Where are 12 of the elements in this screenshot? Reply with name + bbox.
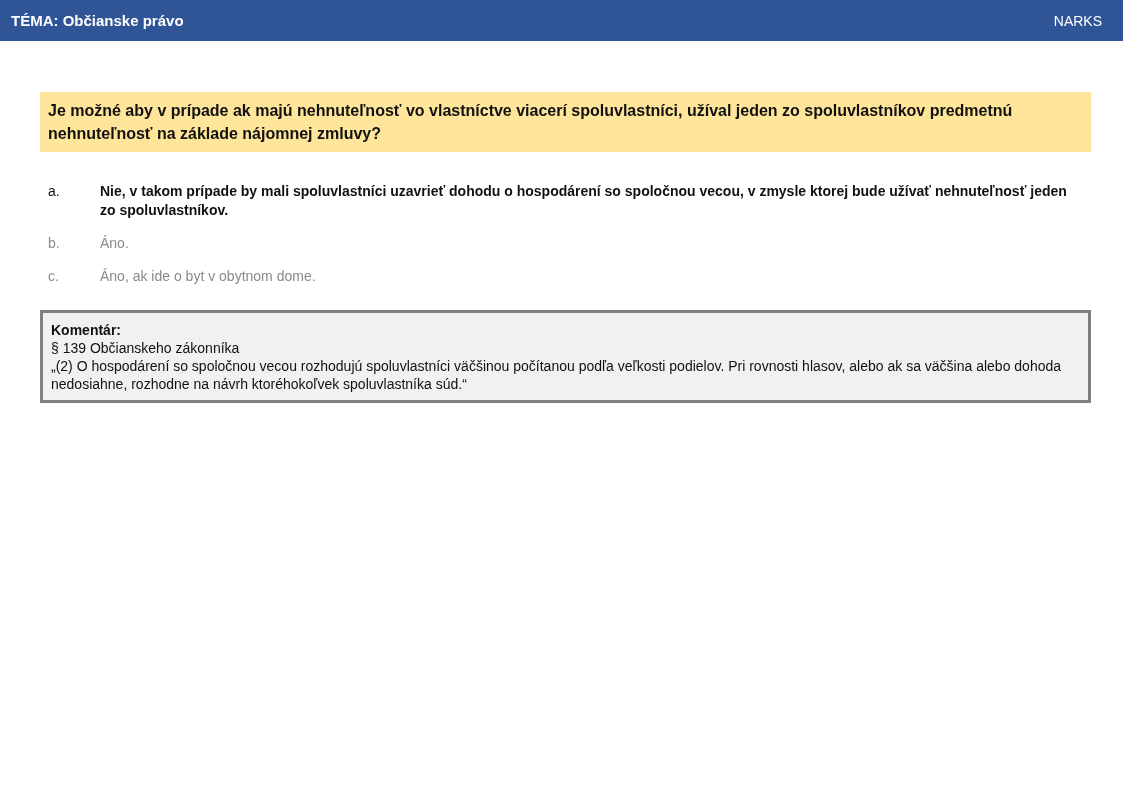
- question-text: Je možné aby v prípade ak majú nehnuteľnosť vo vlastníctve viacerí spoluvlastníci, užíval jeden zo spoluvlastníkov predmetnú nehnuteľnosť na základe nájomnej zmluvy?: [40, 92, 1091, 152]
- answer-text: Áno.: [100, 234, 129, 253]
- answer-letter: b.: [48, 234, 61, 253]
- comment-heading: Komentár:: [51, 321, 122, 339]
- brand-label: NARKS: [1053, 12, 1102, 29]
- topic-title: TÉMA: Občianske právo: [11, 12, 184, 29]
- answer-text: Áno, ak ide o byt v obytnom dome.: [100, 267, 316, 286]
- answer-text: Nie, v takom prípade by mali spoluvlastníci uzavrieť dohodu o hospodárení so spoločnou vecou, v zmysle ktorej bude užívať nehnuteľnosť jeden zo spoluvlastníkov.: [100, 182, 1068, 220]
- comment-source: § 139 Občianskeho zákonníka: [51, 339, 241, 357]
- comment-quote: „(2) O hospodárení so spoločnou vecou rozhodujú spoluvlastníci väčšinou počítanou podľa veľkosti podielov. Pri rovnosti hlasov, alebo ak sa väčšina alebo dohoda nedosiahne, rozhodne na návrh ktoréhokoľvek spoluvlastníka súd.“: [51, 357, 1063, 393]
- answer-letter: c.: [48, 267, 60, 286]
- answer-letter: a.: [48, 182, 61, 201]
